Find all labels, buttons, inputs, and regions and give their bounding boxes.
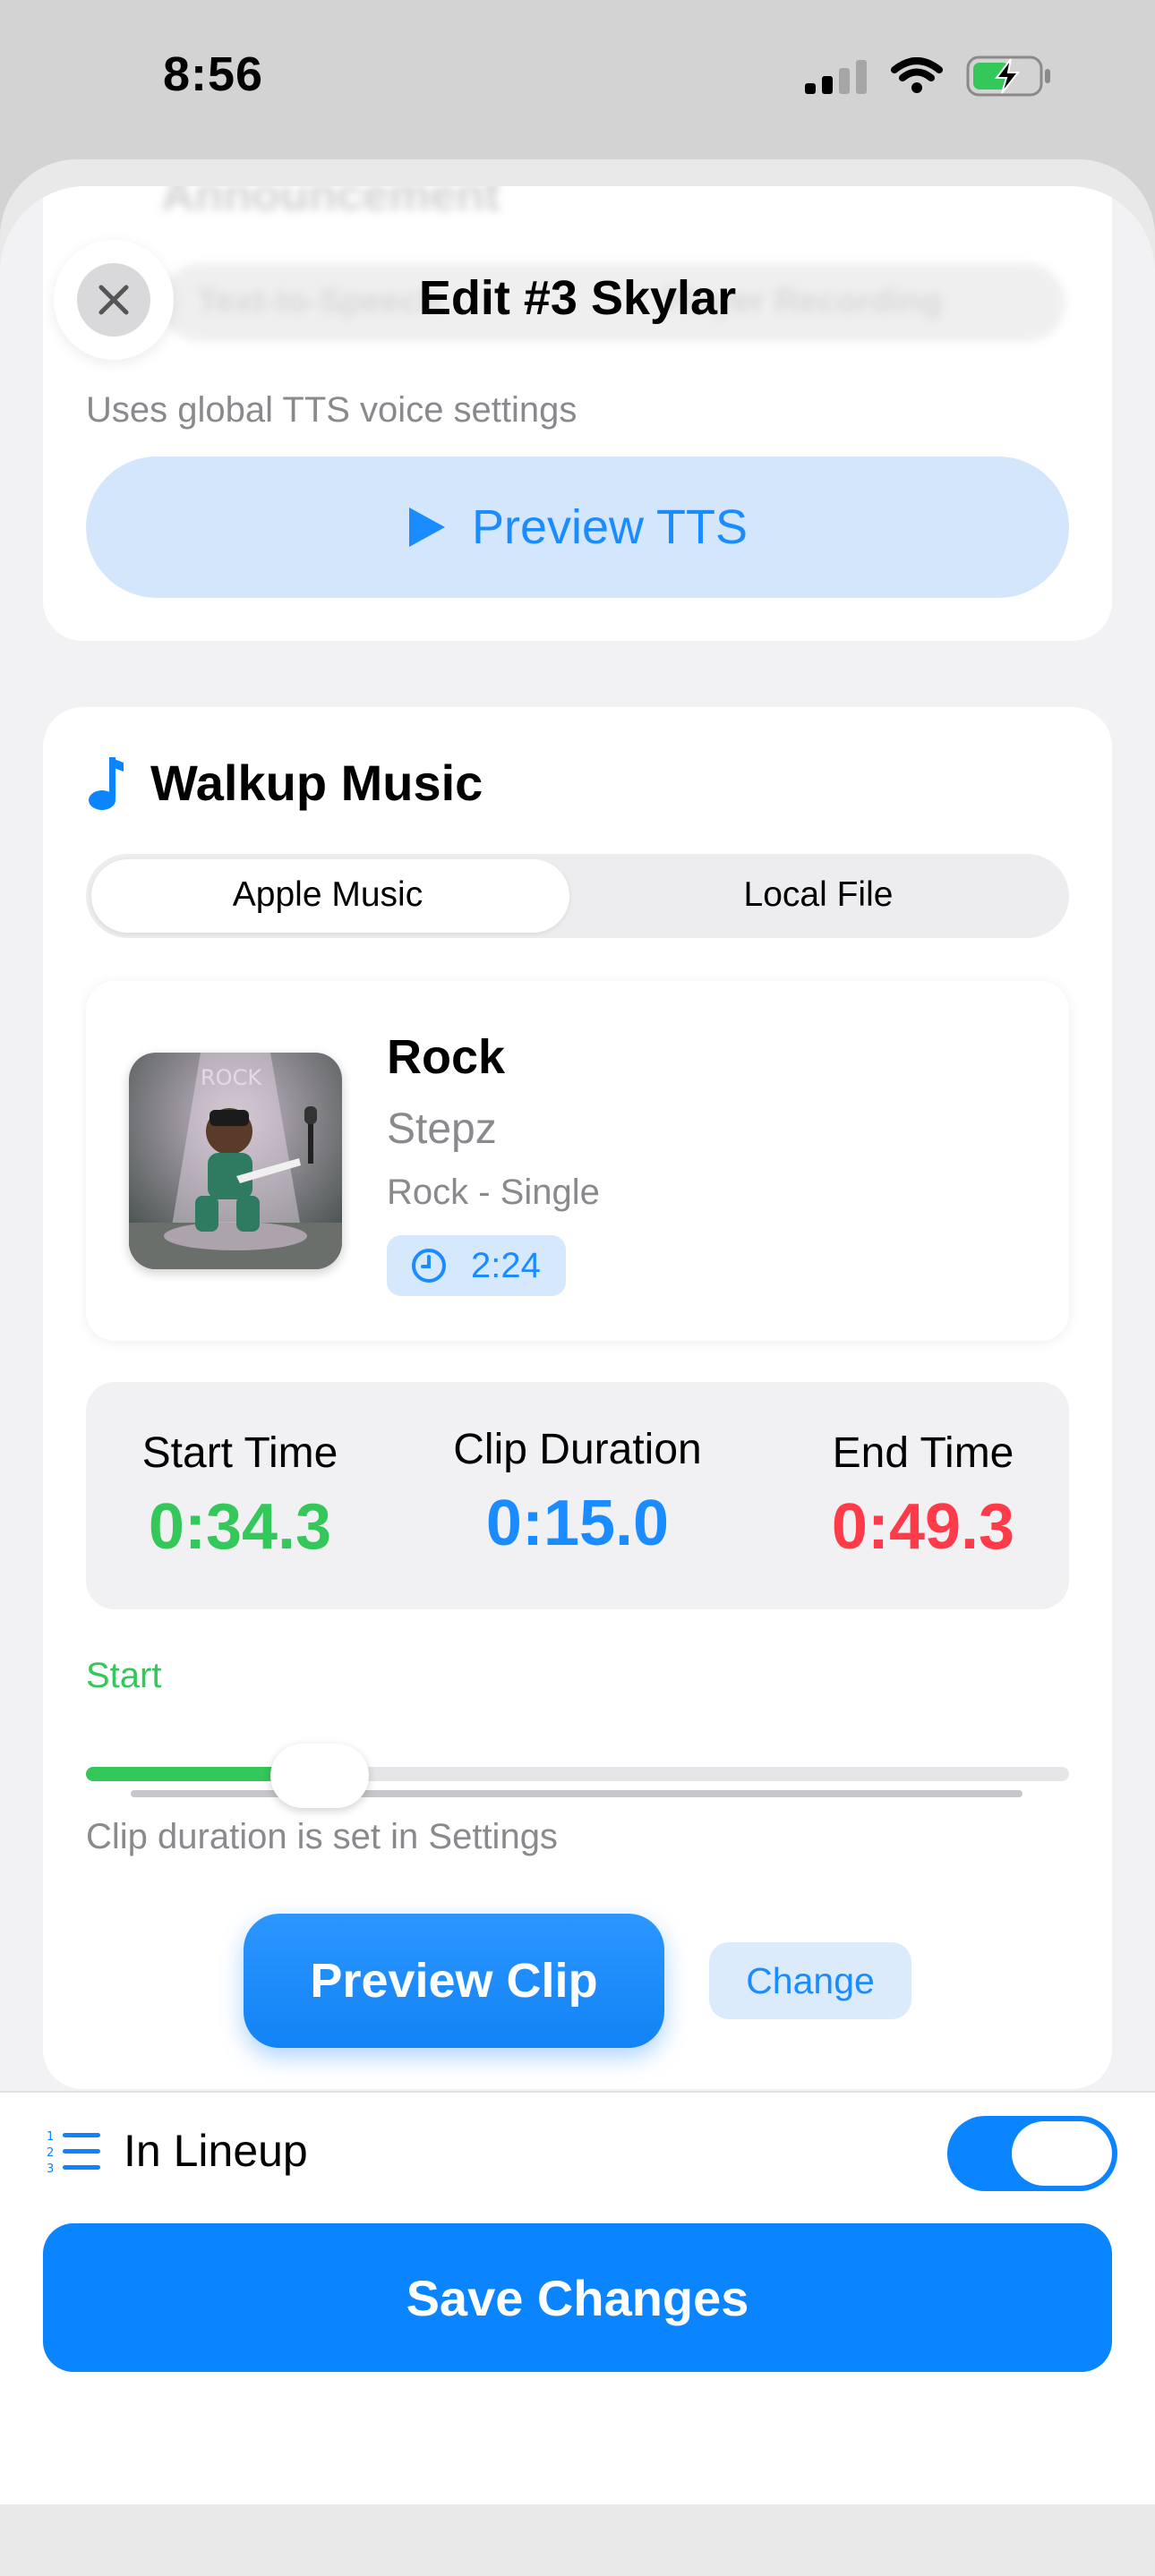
in-lineup-label: In Lineup bbox=[124, 2126, 308, 2176]
track-duration: 2:24 bbox=[471, 1245, 541, 1285]
track-duration-badge: 2:24 bbox=[387, 1235, 566, 1296]
start-time-label: Start Time bbox=[141, 1429, 338, 1477]
clip-duration-label: Clip Duration bbox=[453, 1426, 702, 1473]
clip-duration-column: Clip Duration 0:15.0 bbox=[421, 1425, 734, 1560]
end-time-value: 0:49.3 bbox=[831, 1491, 1015, 1563]
album-artwork: ROCK bbox=[129, 1053, 342, 1269]
music-note-icon bbox=[89, 756, 124, 810]
track-title: Rock bbox=[387, 1030, 506, 1084]
start-slider-label: Start bbox=[86, 1656, 162, 1695]
track-album: Rock - Single bbox=[387, 1173, 600, 1212]
preview-tts-label: Preview TTS bbox=[471, 500, 749, 554]
segment-apple-music[interactable]: Apple Music bbox=[86, 875, 569, 915]
clock-icon bbox=[412, 1249, 446, 1283]
segment-local-file[interactable]: Local File bbox=[577, 875, 1060, 915]
cellular-signal-icon bbox=[805, 60, 867, 94]
bottom-bar: 1 2 3 In Lineup Save Changes bbox=[0, 2091, 1155, 2504]
in-lineup-row: 1 2 3 In Lineup bbox=[47, 2125, 308, 2177]
track-artist: Stepz bbox=[387, 1105, 497, 1153]
status-time: 8:56 bbox=[163, 47, 264, 101]
tts-note: Uses global TTS voice settings bbox=[86, 390, 578, 430]
preview-tts-button[interactable]: Preview TTS bbox=[86, 456, 1069, 598]
svg-text:ROCK: ROCK bbox=[201, 1065, 262, 1090]
clip-times-panel: Start Time 0:34.3 Clip Duration 0:15.0 E… bbox=[86, 1382, 1069, 1609]
svg-text:1: 1 bbox=[47, 2130, 54, 2144]
battery-charging-icon bbox=[966, 55, 1050, 97]
walkup-music-card: Walkup Music Apple Music Local File ROCK… bbox=[43, 707, 1112, 2089]
end-time-label: End Time bbox=[832, 1429, 1014, 1477]
change-track-button[interactable]: Change bbox=[709, 1942, 911, 2019]
page-title: Edit #3 Skylar bbox=[418, 271, 737, 325]
play-icon bbox=[408, 508, 445, 547]
svg-text:3: 3 bbox=[47, 2162, 54, 2174]
walkup-music-title: Walkup Music bbox=[150, 755, 483, 811]
music-source-segmented-control: Apple Music Local File bbox=[86, 854, 1069, 938]
end-time-column: End Time 0:49.3 bbox=[793, 1429, 1053, 1564]
save-changes-button[interactable]: Save Changes bbox=[43, 2223, 1112, 2372]
start-time-value: 0:34.3 bbox=[148, 1491, 332, 1563]
svg-text:2: 2 bbox=[47, 2146, 54, 2160]
walkup-music-header: Walkup Music bbox=[86, 754, 483, 812]
slider-thumb[interactable] bbox=[270, 1744, 370, 1808]
track-card[interactable]: ROCK Rock Stepz Rock - Single 2:24 bbox=[86, 981, 1069, 1341]
in-lineup-toggle[interactable] bbox=[947, 2116, 1117, 2191]
clip-duration-value: 0:15.0 bbox=[485, 1488, 670, 1559]
blurred-title: Announcement bbox=[161, 186, 500, 221]
status-icons bbox=[805, 55, 1052, 97]
toggle-knob bbox=[1012, 2121, 1112, 2186]
clip-duration-note: Clip duration is set in Settings bbox=[86, 1817, 558, 1856]
wifi-icon bbox=[891, 57, 943, 93]
numbered-list-icon: 1 2 3 bbox=[47, 2130, 100, 2174]
start-time-column: Start Time 0:34.3 bbox=[106, 1429, 374, 1564]
slider-range-bar bbox=[131, 1790, 1022, 1797]
preview-clip-button[interactable]: Preview Clip bbox=[244, 1914, 664, 2048]
